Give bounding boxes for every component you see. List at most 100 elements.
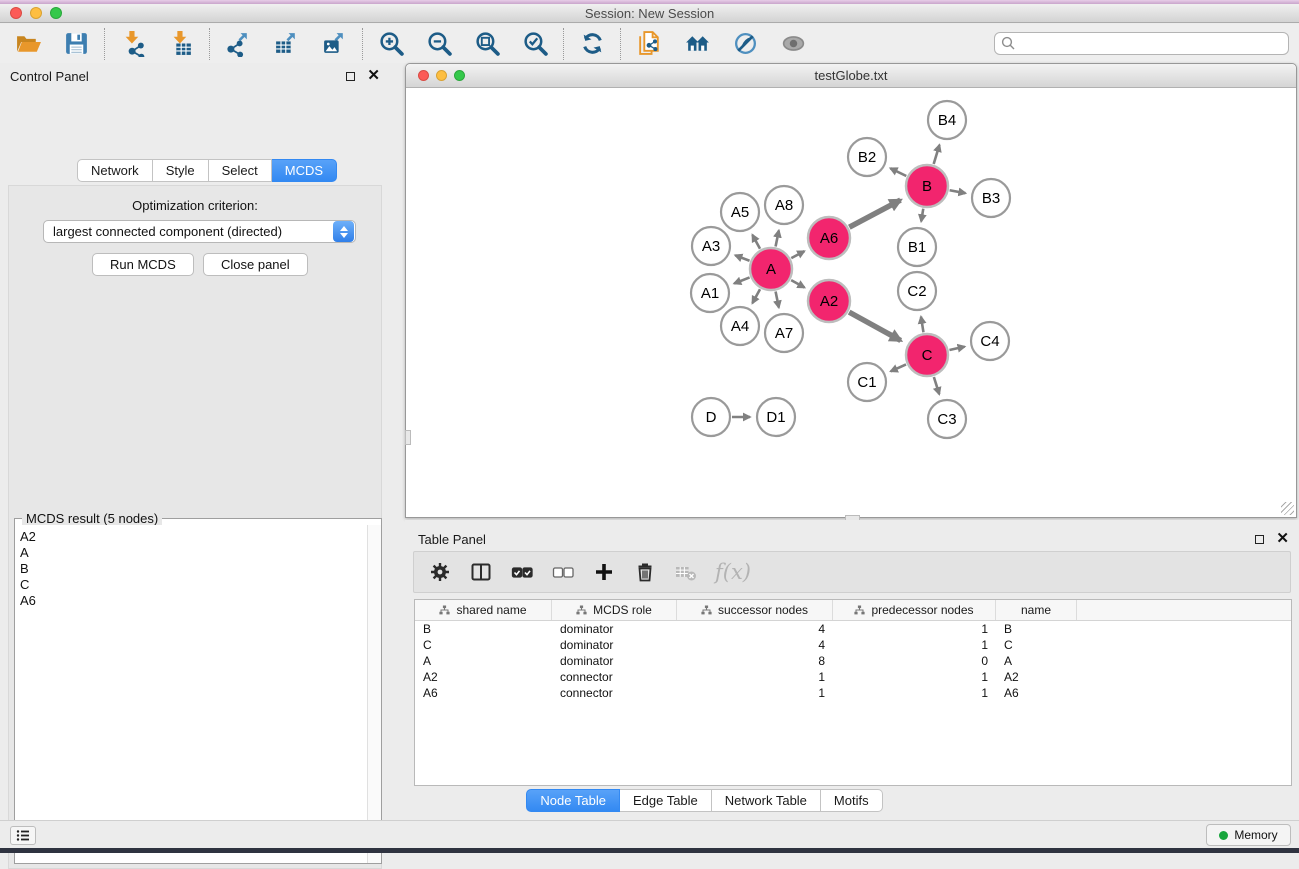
table-cell[interactable]: B — [996, 621, 1077, 637]
node-A7[interactable]: A7 — [765, 314, 803, 352]
mcds-result-list[interactable]: A2ABCA6 — [15, 525, 367, 863]
tab-network-table[interactable]: Network Table — [712, 789, 821, 812]
import-network-button[interactable] — [118, 29, 148, 59]
table-cell[interactable]: dominator — [552, 653, 677, 669]
delete-column-button[interactable] — [633, 560, 657, 584]
deselect-all-button[interactable] — [551, 560, 575, 584]
tab-network[interactable]: Network — [77, 159, 153, 182]
close-panel-icon[interactable]: ✕ — [367, 71, 380, 81]
edge-A-A7[interactable] — [776, 292, 779, 308]
table-row[interactable]: A2connector11A2 — [415, 669, 1291, 685]
node-C1[interactable]: C1 — [848, 363, 886, 401]
mcds-result-item[interactable]: C — [20, 577, 367, 593]
show-all-button[interactable] — [778, 29, 808, 59]
network-canvas[interactable]: B4B2BB3A8A5A6A3B1AC2A1A2A4A7C4CC1DD1C3 — [406, 88, 1296, 517]
save-session-button[interactable] — [61, 29, 91, 59]
table-cell[interactable]: 1 — [833, 621, 996, 637]
node-B2[interactable]: B2 — [848, 138, 886, 176]
export-table-button[interactable] — [271, 29, 301, 59]
table-cell[interactable]: 4 — [677, 621, 833, 637]
zoom-window-light[interactable] — [50, 7, 62, 19]
zoom-fit-button[interactable] — [472, 29, 502, 59]
edge-B-B1[interactable] — [921, 209, 923, 222]
hide-selected-button[interactable] — [730, 29, 760, 59]
float-panel-icon[interactable] — [346, 72, 355, 81]
edge-C-C3[interactable] — [934, 377, 939, 394]
node-C2[interactable]: C2 — [898, 272, 936, 310]
network-close-light[interactable] — [418, 70, 429, 81]
close-panel-button[interactable]: Close panel — [203, 253, 308, 276]
table-cell[interactable] — [1077, 685, 1291, 701]
refresh-button[interactable] — [577, 29, 607, 59]
edge-A-A6[interactable] — [791, 251, 804, 258]
table-cell[interactable]: B — [415, 621, 552, 637]
node-A[interactable]: A — [750, 248, 792, 290]
node-B1[interactable]: B1 — [898, 228, 936, 266]
table-cell[interactable] — [1077, 621, 1291, 637]
node-A3[interactable]: A3 — [692, 227, 730, 265]
column-header-MCDS-role[interactable]: MCDS role — [552, 600, 677, 620]
split-divider-handle[interactable] — [405, 430, 411, 445]
table-cell[interactable]: 1 — [677, 685, 833, 701]
table-cell[interactable]: dominator — [552, 637, 677, 653]
table-row[interactable]: A6connector11A6 — [415, 685, 1291, 701]
optimization-criterion-dropdown[interactable]: largest connected component (directed) — [43, 220, 356, 243]
table-cell[interactable]: A6 — [415, 685, 552, 701]
node-D[interactable]: D — [692, 398, 730, 436]
zoom-selected-button[interactable] — [520, 29, 550, 59]
memory-button[interactable]: Memory — [1206, 824, 1291, 846]
table-cell[interactable]: 4 — [677, 637, 833, 653]
mcds-result-item[interactable]: A2 — [20, 529, 367, 545]
zoom-in-button[interactable] — [376, 29, 406, 59]
table-cell[interactable]: 8 — [677, 653, 833, 669]
table-row[interactable]: Cdominator41C — [415, 637, 1291, 653]
table-cell[interactable]: 1 — [833, 637, 996, 653]
table-cell[interactable]: C — [996, 637, 1077, 653]
node-B[interactable]: B — [906, 165, 948, 207]
tab-mcds[interactable]: MCDS — [272, 159, 337, 182]
column-header-successor-nodes[interactable]: successor nodes — [677, 600, 833, 620]
float-panel-icon[interactable] — [1255, 535, 1264, 544]
table-cell[interactable]: 1 — [677, 669, 833, 685]
column-header-predecessor-nodes[interactable]: predecessor nodes — [833, 600, 996, 620]
column-layout-button[interactable] — [469, 560, 493, 584]
table-cell[interactable]: connector — [552, 685, 677, 701]
close-window-light[interactable] — [10, 7, 22, 19]
minimize-window-light[interactable] — [30, 7, 42, 19]
tab-edge-table[interactable]: Edge Table — [620, 789, 712, 812]
edge-A-A5[interactable] — [752, 235, 760, 249]
node-C4[interactable]: C4 — [971, 322, 1009, 360]
edge-A-A8[interactable] — [776, 230, 779, 246]
network-zoom-light[interactable] — [454, 70, 465, 81]
node-A2[interactable]: A2 — [808, 280, 850, 322]
table-row[interactable]: Bdominator41B — [415, 621, 1291, 637]
first-neighbors-button[interactable] — [682, 29, 712, 59]
tab-style[interactable]: Style — [153, 159, 209, 182]
mcds-result-item[interactable]: B — [20, 561, 367, 577]
column-header-shared-name[interactable]: shared name — [415, 600, 552, 620]
node-B3[interactable]: B3 — [972, 179, 1010, 217]
edge-B-B2[interactable] — [890, 168, 906, 176]
gear-button[interactable] — [428, 560, 452, 584]
run-mcds-button[interactable]: Run MCDS — [92, 253, 194, 276]
task-history-button[interactable] — [10, 826, 36, 845]
search-input[interactable] — [994, 32, 1289, 55]
open-session-button[interactable] — [13, 29, 43, 59]
mcds-result-item[interactable]: A — [20, 545, 367, 561]
node-D1[interactable]: D1 — [757, 398, 795, 436]
mcds-result-scrollbar[interactable] — [367, 525, 381, 863]
table-cell[interactable]: 1 — [833, 685, 996, 701]
table-cell[interactable]: A2 — [996, 669, 1077, 685]
add-column-button[interactable] — [592, 560, 616, 584]
edge-A2-C[interactable] — [849, 312, 901, 340]
select-all-button[interactable] — [510, 560, 534, 584]
node-table[interactable]: shared name MCDS role successor nodes pr… — [414, 599, 1292, 786]
export-network-button[interactable] — [223, 29, 253, 59]
network-window-titlebar[interactable]: testGlobe.txt — [406, 64, 1296, 88]
tab-node-table[interactable]: Node Table — [526, 789, 620, 812]
mcds-result-item[interactable]: A6 — [20, 593, 367, 609]
node-A5[interactable]: A5 — [721, 193, 759, 231]
zoom-out-button[interactable] — [424, 29, 454, 59]
table-cell[interactable]: C — [415, 637, 552, 653]
network-graph[interactable]: B4B2BB3A8A5A6A3B1AC2A1A2A4A7C4CC1DD1C3 — [406, 88, 1296, 517]
